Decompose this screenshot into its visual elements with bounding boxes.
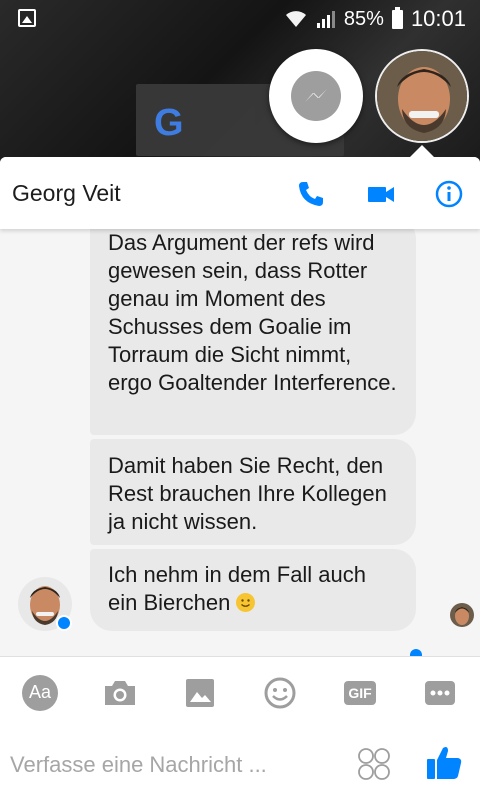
camera-icon[interactable] bbox=[101, 674, 139, 712]
like-icon[interactable] bbox=[424, 742, 464, 782]
gif-icon[interactable]: GIF bbox=[341, 674, 379, 712]
info-icon[interactable] bbox=[434, 179, 464, 209]
emoji-icon[interactable] bbox=[261, 674, 299, 712]
messenger-chat-head[interactable] bbox=[269, 49, 363, 143]
smiling-face-emoji bbox=[236, 593, 256, 612]
contact-name[interactable]: Georg Veit bbox=[12, 180, 121, 207]
more-icon[interactable] bbox=[421, 674, 459, 712]
cellular-signal-icon bbox=[316, 11, 335, 28]
read-receipt-avatar bbox=[450, 603, 474, 627]
messenger-icon bbox=[291, 71, 341, 121]
status-indicators: 85% 10:01 bbox=[284, 6, 466, 32]
message-text: Damit haben Sie Recht, den Rest brauchen… bbox=[108, 453, 387, 534]
scroll-indicator bbox=[410, 649, 422, 656]
clock: 10:01 bbox=[410, 6, 466, 31]
chat-panel: Georg Veit Das Argument der refs wird ge… bbox=[0, 157, 480, 800]
gallery-notification-icon bbox=[18, 9, 36, 27]
text-format-label: Aa bbox=[28, 682, 52, 702]
status-bar: 85% 10:01 bbox=[0, 0, 480, 38]
wifi-icon bbox=[285, 11, 306, 27]
battery-icon bbox=[391, 6, 403, 29]
message-bubble[interactable]: Ich nehm in dem Fall auch ein Bierchen bbox=[90, 549, 416, 631]
message-text: Das Argument der refs wird gewesen sein,… bbox=[108, 230, 397, 395]
message-bubble[interactable]: Damit haben Sie Recht, den Rest brauchen… bbox=[90, 439, 416, 545]
messenger-badge-icon bbox=[56, 615, 72, 631]
message-input[interactable] bbox=[8, 744, 342, 786]
message-composer bbox=[0, 726, 480, 800]
battery-percent: 85% bbox=[343, 7, 384, 30]
image-icon[interactable] bbox=[181, 674, 219, 712]
text-format-icon[interactable]: Aa bbox=[21, 674, 59, 712]
phone-icon[interactable] bbox=[296, 179, 326, 209]
google-logo: G bbox=[154, 102, 184, 144]
contact-avatar[interactable] bbox=[375, 49, 469, 143]
composer-toolbar: Aa GIF bbox=[0, 656, 480, 727]
chat-header: Georg Veit bbox=[0, 157, 480, 229]
chat-head-pointer bbox=[410, 145, 434, 157]
gif-label: GIF bbox=[348, 685, 372, 701]
video-camera-icon[interactable] bbox=[366, 179, 396, 209]
message-list[interactable]: Das Argument der refs wird gewesen sein,… bbox=[0, 229, 480, 656]
message-bubble[interactable]: Das Argument der refs wird gewesen sein,… bbox=[90, 229, 416, 435]
sticker-icon[interactable] bbox=[357, 747, 391, 781]
